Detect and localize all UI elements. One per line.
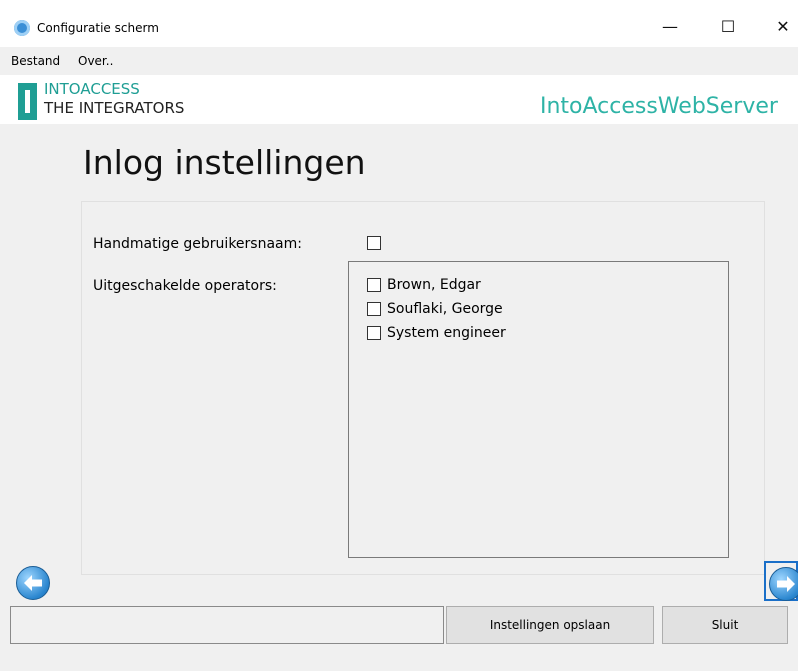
- save-settings-button[interactable]: Instellingen opslaan: [446, 606, 654, 644]
- window-title: Configuratie scherm: [37, 21, 159, 35]
- menu-item-over[interactable]: Over..: [78, 52, 113, 70]
- logo-text-bottom: THE INTEGRATORS: [44, 99, 185, 117]
- status-field: [10, 606, 444, 644]
- operator-label: Brown, Edgar: [387, 277, 481, 293]
- close-window-button[interactable]: Sluit: [662, 606, 788, 644]
- manual-username-label: Handmatige gebruikersnaam:: [93, 236, 302, 252]
- page-title: Inlog instellingen: [83, 143, 366, 182]
- manual-username-checkbox[interactable]: [367, 236, 381, 250]
- arrow-left-icon: [16, 566, 50, 600]
- minimize-button[interactable]: —: [655, 14, 685, 40]
- app-globe-icon: [14, 20, 30, 36]
- operator-checkbox[interactable]: [367, 302, 381, 316]
- logo-mark: [25, 90, 30, 113]
- menu-bar: [0, 47, 798, 75]
- product-name: IntoAccessWebServer: [540, 94, 778, 119]
- back-button[interactable]: [11, 562, 55, 602]
- operator-checkbox[interactable]: [367, 326, 381, 340]
- disabled-operators-label: Uitgeschakelde operators:: [93, 278, 277, 294]
- operator-label: Souflaki, George: [387, 301, 503, 317]
- next-button[interactable]: [764, 561, 798, 601]
- menu-item-bestand[interactable]: Bestand: [11, 52, 60, 70]
- logo-text-top: INTOACCESS: [44, 80, 140, 98]
- maximize-button[interactable]: ☐: [713, 14, 743, 40]
- operators-list[interactable]: Brown, Edgar Souflaki, George System eng…: [348, 261, 729, 558]
- operator-checkbox[interactable]: [367, 278, 381, 292]
- arrow-right-icon: [769, 567, 798, 601]
- operator-label: System engineer: [387, 325, 506, 341]
- close-button[interactable]: ✕: [768, 14, 798, 40]
